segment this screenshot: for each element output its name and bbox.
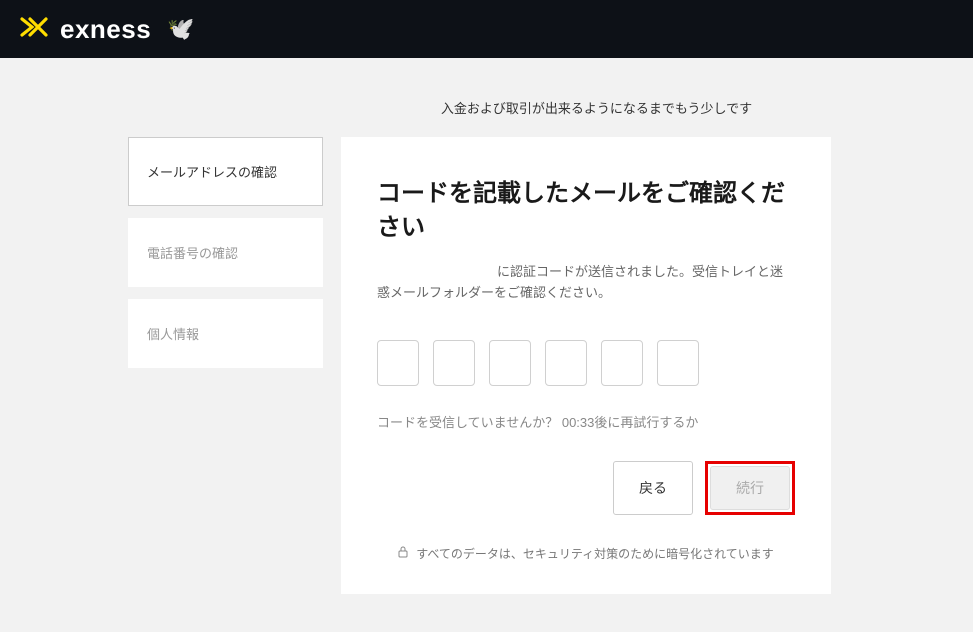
step-label: 個人情報: [147, 327, 199, 342]
page-subtitle: 入金および取引が出来るようになるまでもう少しです: [220, 98, 973, 117]
step-email-verify[interactable]: メールアドレスの確認: [128, 137, 323, 206]
step-label: メールアドレスの確認: [147, 165, 277, 180]
step-personal-info[interactable]: 個人情報: [128, 299, 323, 368]
code-digit-5[interactable]: [601, 340, 643, 386]
dove-icon: 🕊️: [167, 16, 194, 42]
resend-prefix: コードを受信していませんか？: [377, 415, 562, 430]
code-digit-6[interactable]: [657, 340, 699, 386]
resend-suffix: 後に再試行するか: [594, 415, 698, 430]
lock-icon: [398, 546, 408, 561]
step-phone-verify[interactable]: 電話番号の確認: [128, 218, 323, 287]
app-header: exness 🕊️: [0, 0, 973, 58]
code-digit-4[interactable]: [545, 340, 587, 386]
resend-timer: 00:33: [562, 415, 595, 430]
code-input-group: [377, 340, 795, 386]
main-content: メールアドレスの確認 電話番号の確認 個人情報 コードを記載したメールをご確認く…: [0, 137, 973, 594]
continue-button[interactable]: 続行: [710, 466, 790, 510]
code-digit-1[interactable]: [377, 340, 419, 386]
steps-sidebar: メールアドレスの確認 電話番号の確認 個人情報: [128, 137, 323, 368]
code-digit-3[interactable]: [489, 340, 531, 386]
action-buttons: 戻る 続行: [377, 461, 795, 515]
resend-info: コードを受信していませんか？ 00:33後に再試行するか: [377, 412, 795, 431]
step-label: 電話番号の確認: [147, 246, 238, 261]
verification-card: コードを記載したメールをご確認ください に認証コードが送信されました。受信トレイ…: [341, 137, 831, 594]
logo-mark-icon: [20, 16, 50, 43]
brand-name: exness: [60, 14, 151, 45]
security-note: すべてのデータは、セキュリティ対策のために暗号化されています: [377, 545, 795, 562]
back-button[interactable]: 戻る: [613, 461, 693, 515]
card-title: コードを記載したメールをご確認ください: [377, 177, 795, 244]
brand-logo: exness 🕊️: [20, 14, 195, 45]
code-digit-2[interactable]: [433, 340, 475, 386]
card-description: に認証コードが送信されました。受信トレイと迷惑メールフォルダーをご確認ください。: [377, 262, 795, 304]
security-note-text: すべてのデータは、セキュリティ対策のために暗号化されています: [416, 545, 774, 562]
continue-highlight: 続行: [705, 461, 795, 515]
